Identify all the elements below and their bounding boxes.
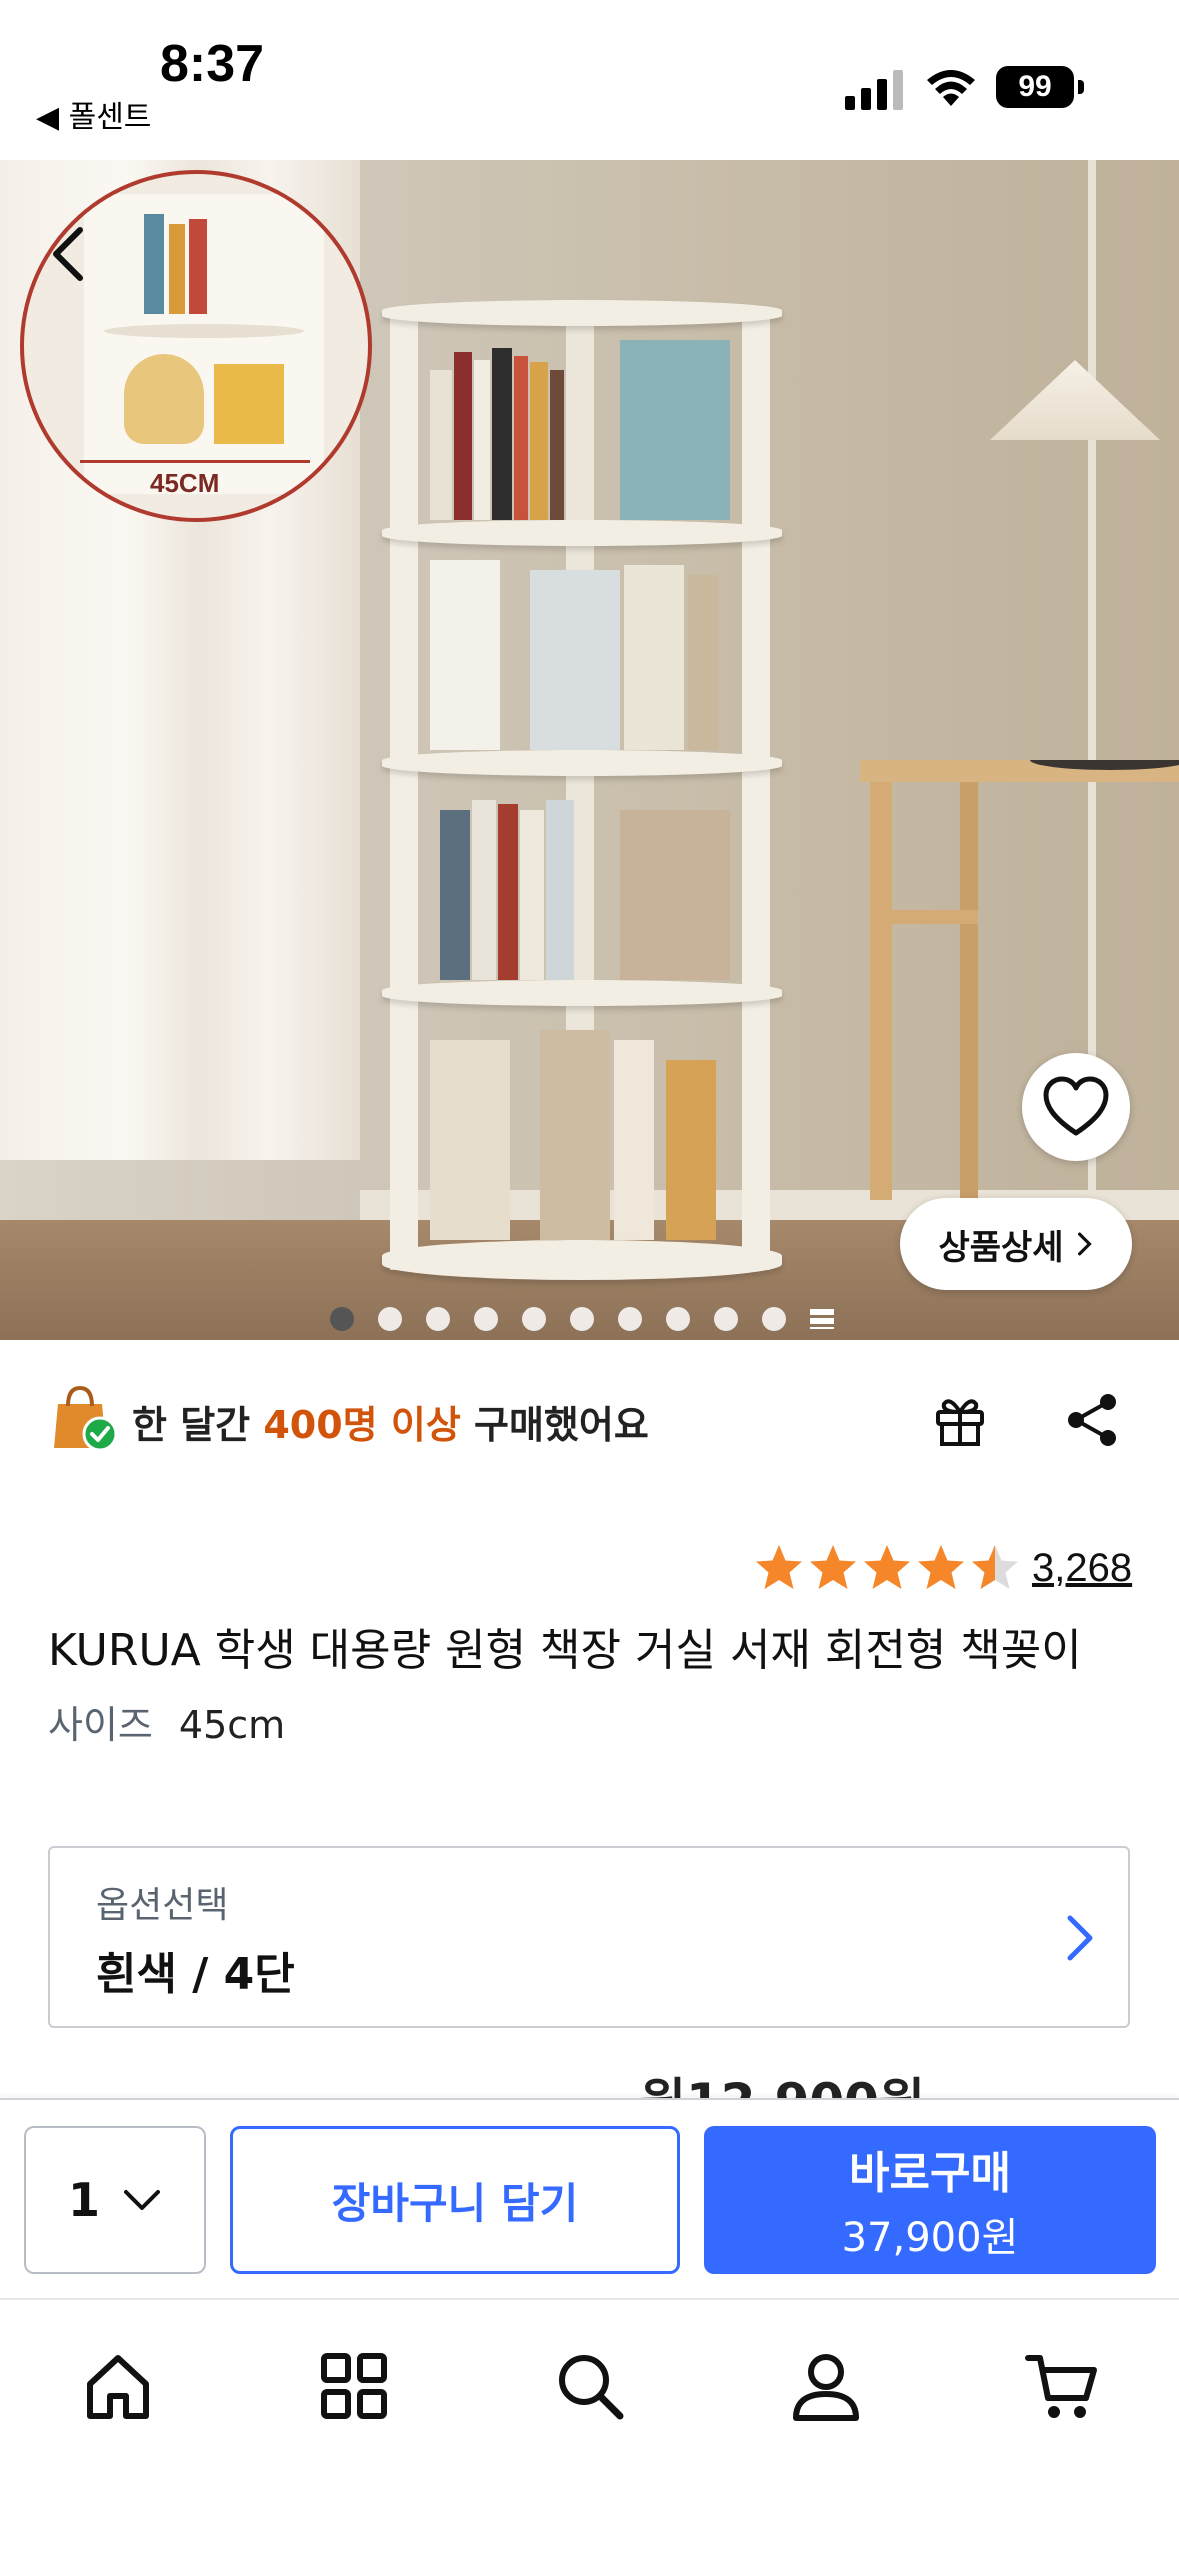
shopping-bag-check-icon (54, 1385, 118, 1452)
gift-icon[interactable] (930, 1390, 990, 1450)
back-arrow-icon[interactable] (44, 224, 94, 284)
half-star-icon (972, 1545, 1018, 1589)
favorite-button[interactable] (1022, 1053, 1130, 1161)
quantity-value: 1 (67, 2173, 100, 2227)
price-peek-text: 원12,900원 (640, 2072, 925, 2098)
product-title: KURUA 학생 대용량 원형 책장 거실 서재 회전형 책꽂이 (48, 1625, 1082, 1676)
carousel-dot[interactable] (522, 1307, 546, 1331)
star-icon (918, 1545, 964, 1589)
bottom-tab-bar (0, 2298, 1179, 2556)
carousel-dot[interactable] (378, 1307, 402, 1331)
battery-tip (1078, 80, 1084, 94)
carousel-pagination[interactable] (330, 1304, 834, 1334)
purchase-bar: 1 장바구니 담기 바로구매 37,900원 (0, 2098, 1179, 2298)
review-count-link[interactable]: 3,268 (1032, 1546, 1132, 1591)
purchase-count-suffix: 구매했어요 (460, 1403, 649, 1447)
carousel-more-icon[interactable] (810, 1309, 834, 1329)
carousel-dot[interactable] (714, 1307, 738, 1331)
size-inset-label: 45CM (150, 468, 220, 498)
purchase-count-row: 한 달간 400명 이상 구매했어요 (50, 1380, 1130, 1460)
carousel-dot[interactable] (762, 1307, 786, 1331)
size-label: 사이즈 (48, 1703, 153, 1747)
wifi-icon (927, 70, 975, 106)
battery-indicator: 99 (996, 66, 1074, 108)
cart-icon[interactable] (1022, 2346, 1102, 2426)
back-to-app-link[interactable]: ◀ 폴센트 (36, 92, 151, 136)
carousel-dot[interactable] (570, 1307, 594, 1331)
buy-now-price: 37,900원 (841, 2215, 1019, 2261)
star-icon (810, 1545, 856, 1589)
categories-icon[interactable] (314, 2346, 394, 2426)
option-label: 옵션선택 (96, 1885, 229, 1926)
home-icon[interactable] (78, 2346, 158, 2426)
star-icon (864, 1545, 910, 1589)
chevron-right-icon (1077, 1232, 1092, 1256)
size-value: 45cm (178, 1703, 286, 1747)
star-icon (756, 1545, 802, 1589)
add-to-cart-button[interactable]: 장바구니 담기 (230, 2126, 680, 2274)
carousel-dot[interactable] (474, 1307, 498, 1331)
buy-now-label: 바로구매 (849, 2148, 1011, 2199)
quantity-select[interactable]: 1 (24, 2126, 206, 2274)
heart-icon (1043, 1076, 1109, 1136)
add-to-cart-label: 장바구니 담기 (331, 2178, 579, 2228)
my-account-icon[interactable] (786, 2346, 866, 2426)
share-icon[interactable] (1062, 1390, 1122, 1450)
product-detail-label: 상품상세 (938, 1227, 1064, 1268)
clock: 8:37 (160, 35, 265, 93)
inset-overlay: 45CM (0, 160, 1179, 1340)
carousel-dot[interactable] (426, 1307, 450, 1331)
rating-row[interactable]: 3,268 (752, 1540, 1152, 1596)
size-row: 사이즈 45cm (48, 1694, 285, 1749)
buy-now-button[interactable]: 바로구매 37,900원 (704, 2126, 1156, 2274)
product-detail-button[interactable]: 상품상세 (900, 1198, 1132, 1290)
option-selector[interactable]: 옵션선택 흰색 / 4단 (48, 1846, 1130, 2028)
product-image-carousel[interactable]: 45CM 상품상세 (0, 160, 1179, 1340)
purchase-count-prefix: 한 달간 (132, 1403, 264, 1447)
chevron-right-icon (1067, 1915, 1093, 1961)
carousel-dot[interactable] (618, 1307, 642, 1331)
carousel-dot[interactable] (666, 1307, 690, 1331)
chevron-down-icon (124, 2190, 160, 2210)
carousel-dot[interactable] (330, 1307, 354, 1331)
purchase-count-highlight: 400명 이상 (263, 1403, 461, 1447)
size-measure-line (80, 460, 310, 463)
cellular-signal-icon (845, 70, 903, 110)
search-icon[interactable] (550, 2346, 630, 2426)
purchase-count-text: 한 달간 400명 이상 구매했어요 (132, 1394, 649, 1449)
option-value: 흰색 / 4단 (96, 1949, 295, 2000)
status-bar: 8:37 ◀ 폴센트 99 (0, 0, 1179, 160)
